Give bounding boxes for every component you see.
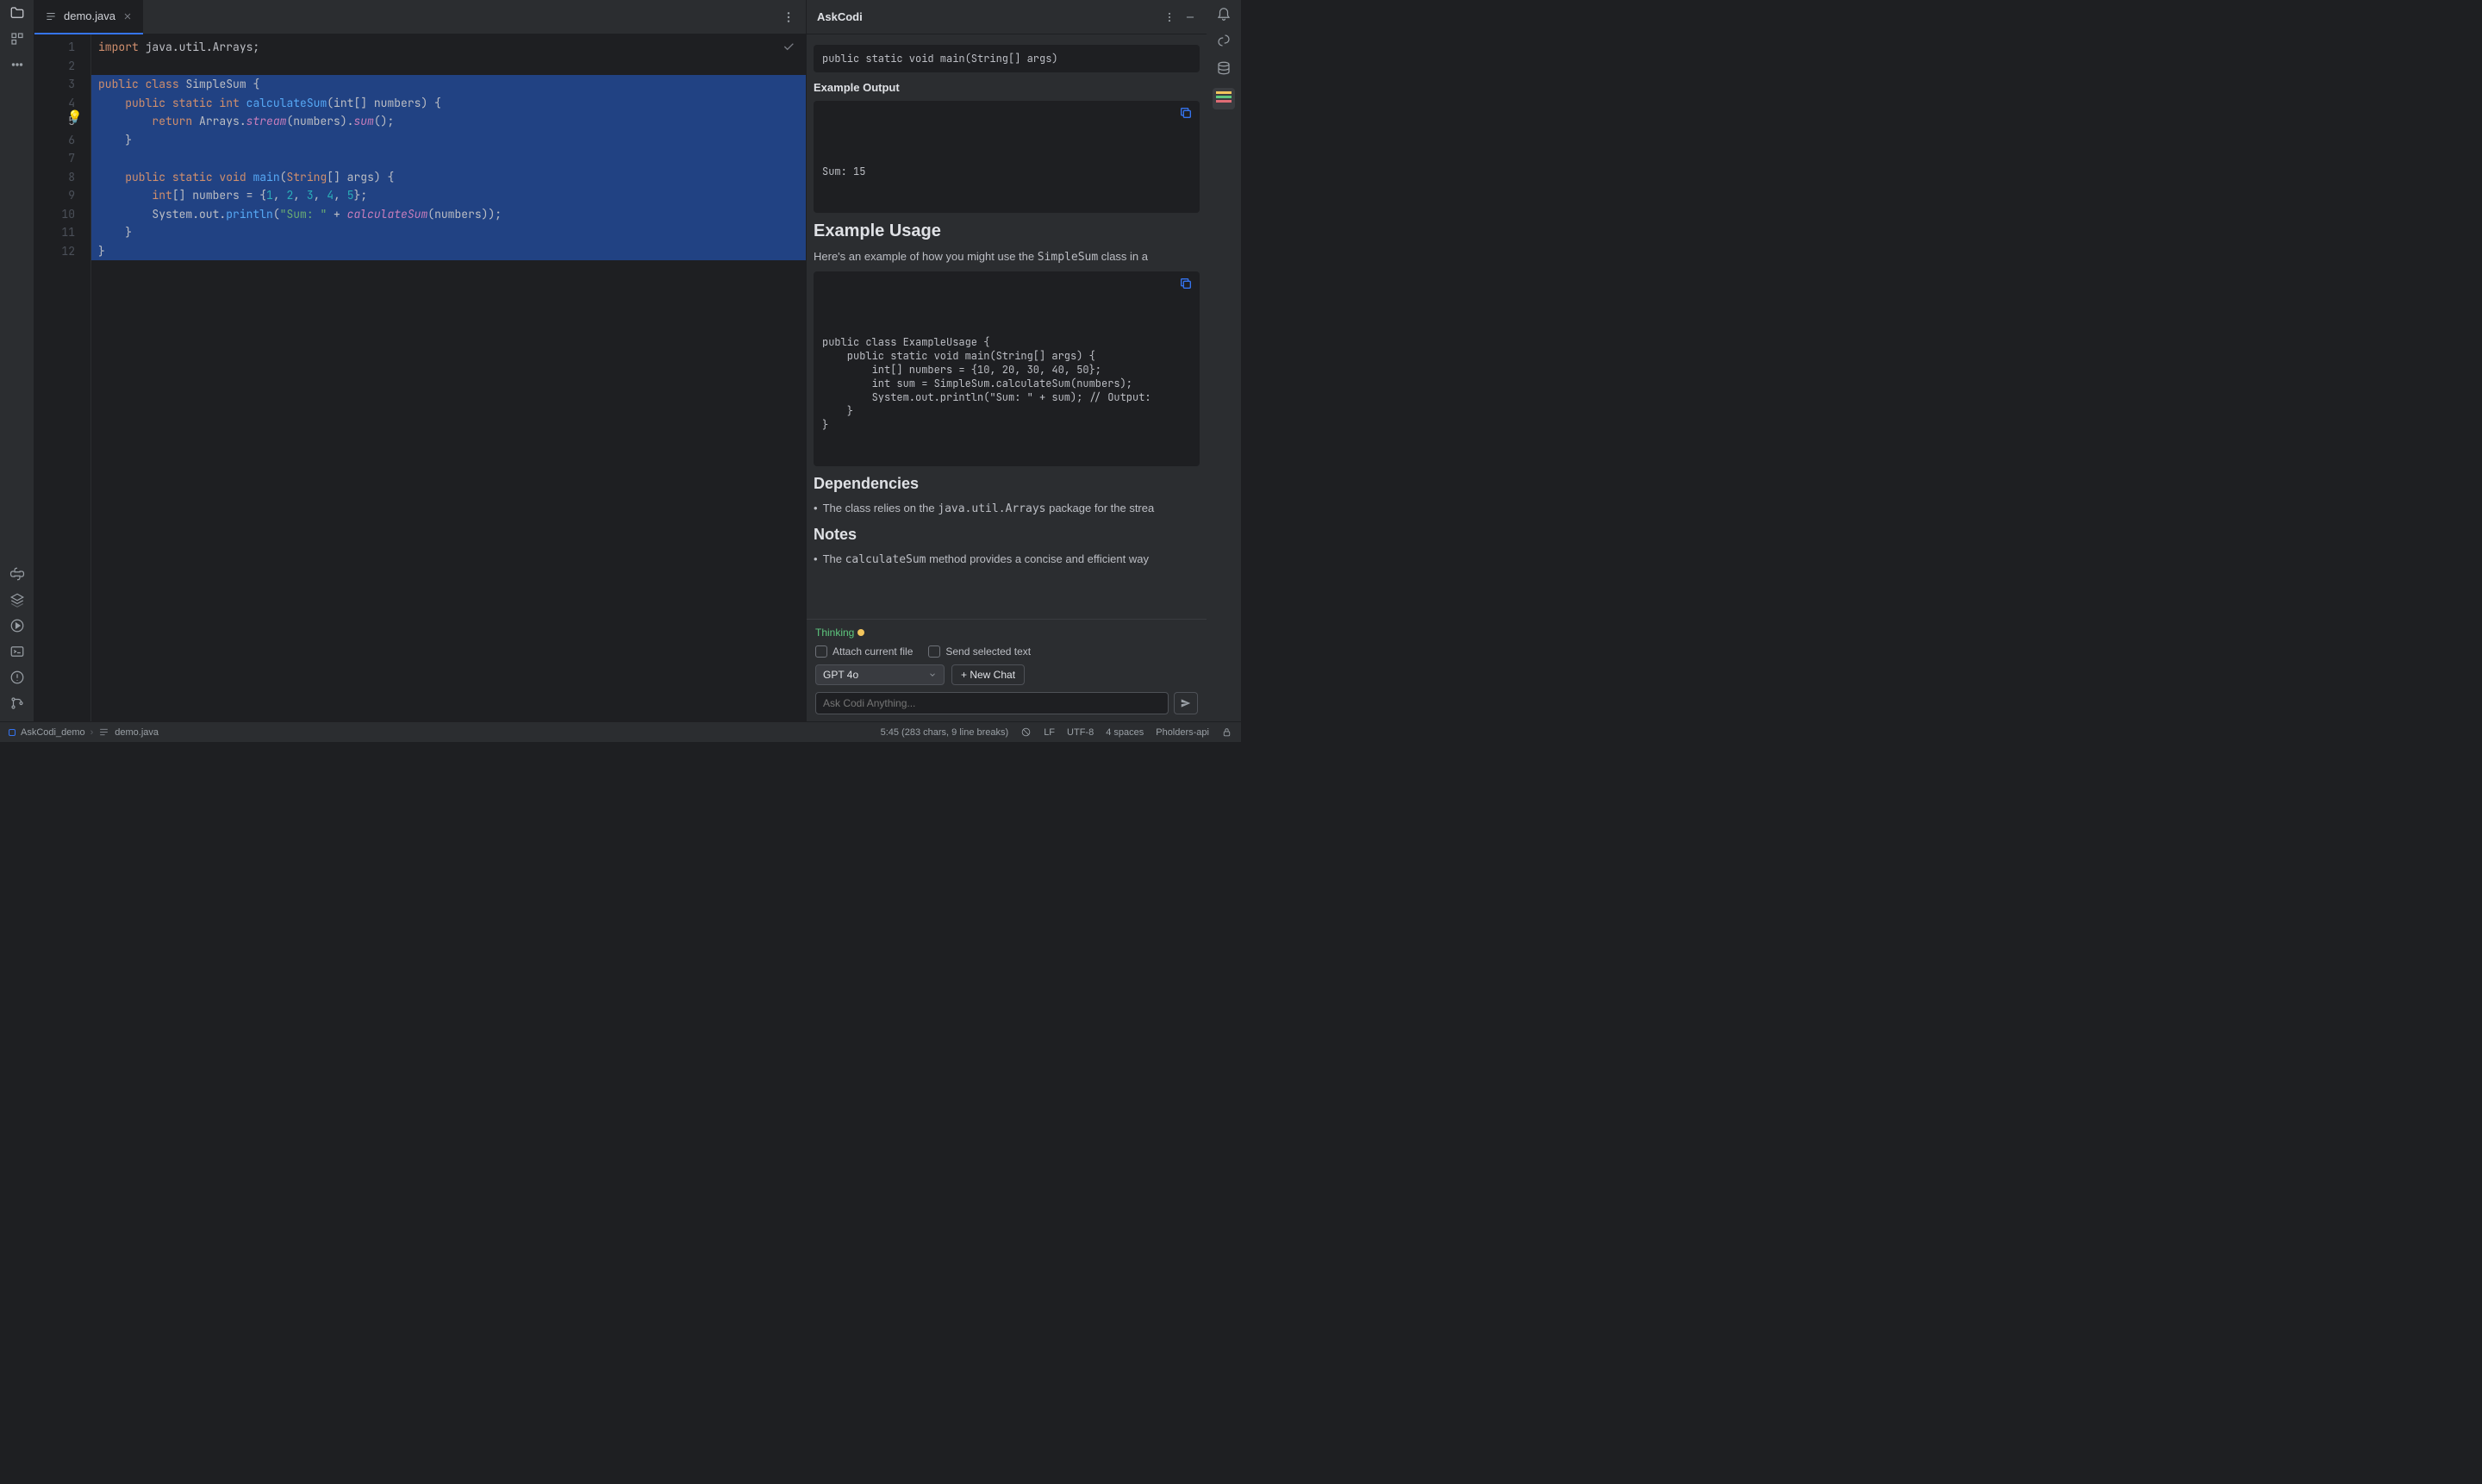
tab-more-icon[interactable] [782, 10, 795, 24]
askcodi-rail-button[interactable] [1213, 88, 1235, 109]
askcodi-icon [1216, 91, 1232, 103]
new-chat-button[interactable]: + New Chat [951, 664, 1025, 685]
editor-panel: demo.java 1 2 3 4 5 6 7 8 9 10 11 12 [34, 0, 806, 721]
askcodi-panel: AskCodi public static void main(String[]… [806, 0, 1207, 721]
tab-filename: demo.java [64, 9, 115, 22]
minimize-icon[interactable] [1184, 11, 1196, 23]
status-bar: AskCodi_demo › demo.java 5:45 (283 chars… [0, 721, 1241, 742]
send-selected-checkbox[interactable]: Send selected text [928, 645, 1031, 658]
askcodi-title: AskCodi [817, 10, 863, 23]
thinking-dot-icon [857, 629, 864, 636]
example-usage-heading: Example Usage [814, 221, 1200, 241]
lightbulb-icon[interactable]: 💡 [67, 109, 82, 128]
deps-heading: Dependencies [814, 475, 1200, 493]
structure-icon[interactable] [9, 31, 25, 47]
askcodi-body[interactable]: public static void main(String[] args) E… [807, 34, 1207, 619]
send-icon [1180, 697, 1192, 709]
code-area[interactable]: 💡 import java.util.Arrays; public class … [91, 34, 806, 721]
breadcrumb-file[interactable]: demo.java [115, 727, 159, 738]
usage-paragraph: Here's an example of how you might use t… [814, 248, 1200, 266]
encoding[interactable]: UTF-8 [1067, 727, 1094, 738]
left-tool-rail [0, 0, 34, 721]
send-button[interactable] [1174, 692, 1198, 714]
askcodi-footer: Thinking Attach current file Send select… [807, 619, 1207, 721]
notes-bullet: The calculateSum method provides a conci… [814, 551, 1200, 569]
close-icon[interactable] [122, 11, 133, 22]
deps-bullet: The class relies on the java.util.Arrays… [814, 500, 1200, 518]
list-icon [98, 726, 109, 738]
list-icon [45, 10, 57, 22]
example-output-heading: Example Output [814, 81, 1200, 94]
right-tool-rail [1207, 0, 1241, 721]
line-gutter: 1 2 3 4 5 6 7 8 9 10 11 12 [34, 34, 91, 721]
terminal-icon[interactable] [9, 644, 25, 659]
editor-body[interactable]: 1 2 3 4 5 6 7 8 9 10 11 12 💡 import java… [34, 34, 806, 721]
problems-icon[interactable] [9, 670, 25, 685]
attach-file-checkbox[interactable]: Attach current file [815, 645, 913, 658]
notes-heading: Notes [814, 526, 1200, 544]
line-separator[interactable]: LF [1044, 727, 1055, 738]
lock-icon[interactable] [1221, 726, 1232, 738]
example-usage-block: public class ExampleUsage { public stati… [814, 271, 1200, 466]
panel-more-icon[interactable] [1163, 11, 1176, 23]
layers-icon[interactable] [9, 592, 25, 608]
project-badge-icon [9, 729, 16, 736]
copy-icon[interactable] [1179, 106, 1193, 120]
more-icon[interactable] [9, 57, 25, 72]
project-name[interactable]: AskCodi_demo [21, 727, 85, 738]
database-icon[interactable] [1216, 60, 1232, 76]
folder-icon[interactable] [9, 5, 25, 21]
model-select[interactable]: GPT 4o [815, 664, 945, 685]
git-icon[interactable] [9, 695, 25, 711]
tab-demo-java[interactable]: demo.java [34, 0, 143, 34]
indent[interactable]: 4 spaces [1106, 727, 1144, 738]
link-icon[interactable] [1216, 33, 1232, 48]
cursor-position[interactable]: 5:45 (283 chars, 9 line breaks) [881, 727, 1009, 738]
askcodi-header: AskCodi [807, 0, 1207, 34]
copy-icon[interactable] [1179, 277, 1193, 290]
inspection-icon[interactable] [1020, 726, 1032, 738]
run-icon[interactable] [9, 618, 25, 633]
example-output-block: Sum: 15 [814, 101, 1200, 213]
tab-bar: demo.java [34, 0, 806, 34]
ask-input[interactable] [815, 692, 1169, 714]
code-snippet-sig: public static void main(String[] args) [814, 45, 1200, 72]
python-icon[interactable] [9, 566, 25, 582]
thinking-status: Thinking [815, 627, 1198, 639]
chevron-down-icon [928, 670, 937, 679]
bell-icon[interactable] [1216, 5, 1232, 21]
git-branch[interactable]: Pholders-api [1156, 727, 1209, 738]
